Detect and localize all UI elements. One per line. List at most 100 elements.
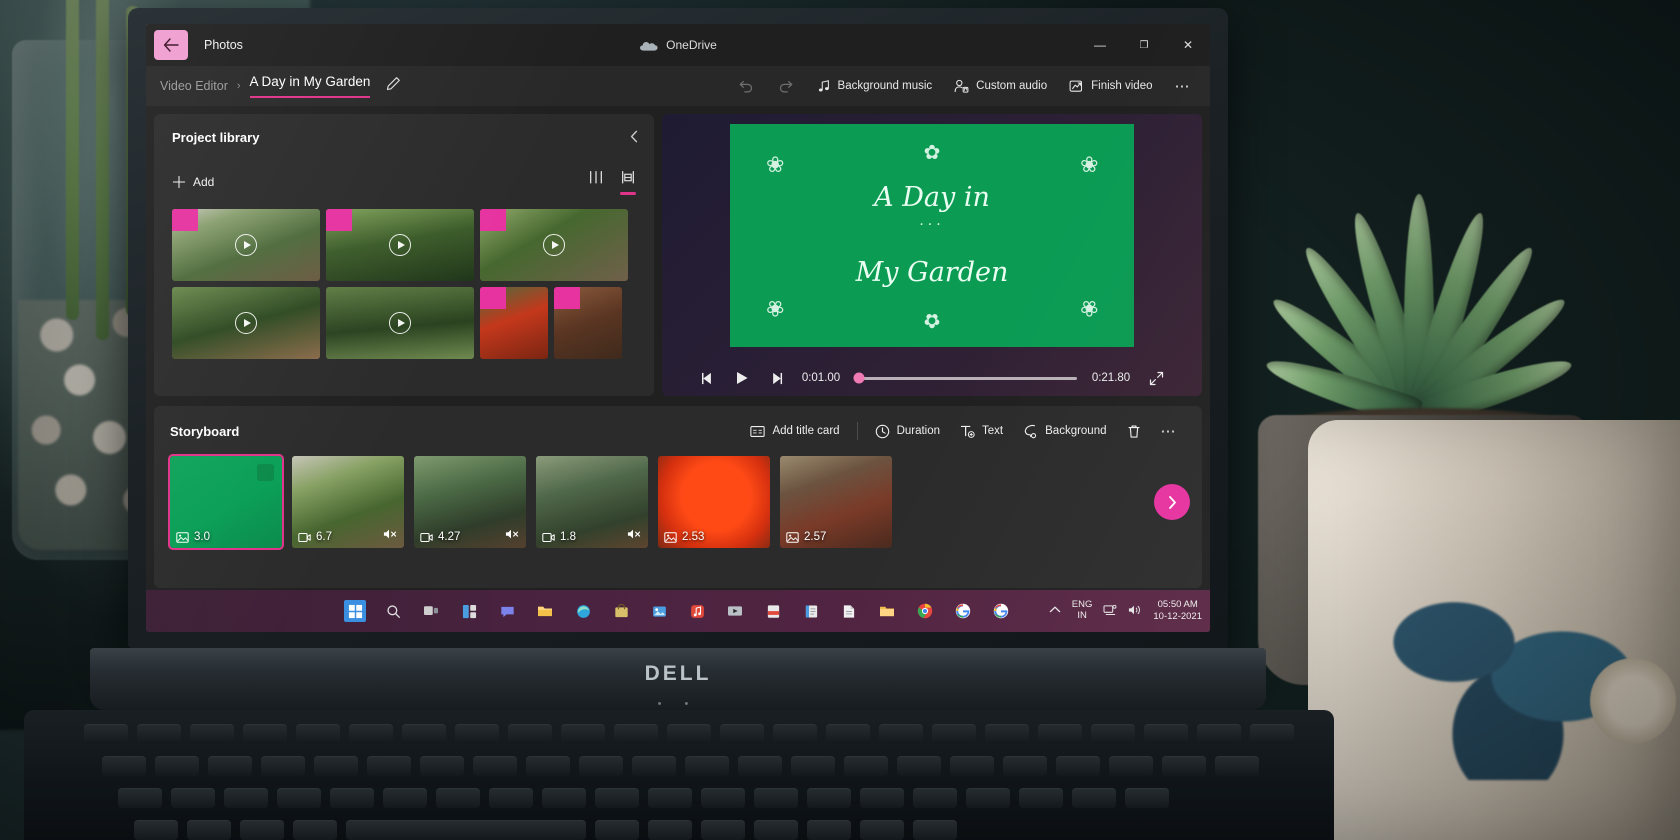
export-icon bbox=[1069, 80, 1083, 92]
file-explorer-button[interactable] bbox=[534, 600, 556, 622]
breadcrumb-current: A Day in My Garden bbox=[249, 74, 371, 98]
next-frame-button[interactable] bbox=[765, 372, 787, 385]
storyboard-next-button[interactable] bbox=[1154, 484, 1190, 520]
redo-button[interactable] bbox=[768, 71, 804, 101]
library-thumbnail[interactable] bbox=[172, 287, 320, 359]
breadcrumb-parent[interactable]: Video Editor bbox=[160, 79, 228, 93]
seek-handle[interactable] bbox=[853, 372, 865, 384]
text-button[interactable]: Text bbox=[951, 419, 1012, 444]
library-thumbnail[interactable] bbox=[480, 209, 628, 281]
video-preview-panel: ❀ ❀ ❀ ❀ ✿ ✿ A Day in ··· My Garden 0:01.… bbox=[662, 114, 1202, 396]
seek-bar[interactable] bbox=[853, 372, 1077, 384]
photos-button[interactable] bbox=[648, 600, 670, 622]
laptop-screen: Photos OneDrive — ❐ ✕ Video Editor › A D… bbox=[146, 24, 1210, 632]
minimize-button[interactable]: — bbox=[1078, 24, 1122, 66]
onedrive-status[interactable]: OneDrive bbox=[639, 38, 717, 52]
grid-view-toggle[interactable] bbox=[620, 170, 636, 195]
language-indicator[interactable]: ENG IN bbox=[1072, 599, 1093, 622]
library-thumbnail[interactable] bbox=[172, 209, 320, 281]
total-time-label: 0:21.80 bbox=[1091, 372, 1131, 385]
storyboard-clip[interactable]: 4.27 bbox=[414, 456, 526, 548]
taskbar-clock[interactable]: 05:50 AM 10-12-2021 bbox=[1153, 599, 1202, 623]
task-view-button[interactable] bbox=[420, 600, 442, 622]
pencil-icon[interactable] bbox=[386, 76, 401, 96]
add-title-card-button[interactable]: Add title card bbox=[741, 420, 848, 443]
undo-button[interactable] bbox=[728, 71, 764, 101]
play-button[interactable] bbox=[731, 371, 753, 385]
key bbox=[1109, 756, 1153, 776]
tray-expand-button[interactable] bbox=[1049, 605, 1061, 617]
storyboard-tools: Add title card Duration Text Background … bbox=[741, 418, 1186, 444]
clip-duration: 2.53 bbox=[682, 531, 705, 543]
video-preview-canvas[interactable]: ❀ ❀ ❀ ❀ ✿ ✿ A Day in ··· My Garden bbox=[730, 124, 1134, 347]
more-options-button[interactable]: ⋯ bbox=[1166, 73, 1201, 99]
custom-audio-button[interactable]: Custom audio bbox=[945, 74, 1056, 98]
music-button[interactable] bbox=[686, 600, 708, 622]
add-media-button[interactable]: Add bbox=[172, 175, 214, 189]
delete-clip-button[interactable] bbox=[1118, 419, 1150, 444]
storyboard-clip[interactable]: 3.0 bbox=[168, 454, 284, 550]
duration-button[interactable]: Duration bbox=[866, 419, 949, 444]
chevron-left-icon bbox=[630, 130, 638, 143]
clip-duration-badge: 6.7 bbox=[298, 531, 332, 543]
storyboard-clip[interactable]: 2.53 bbox=[658, 456, 770, 548]
key bbox=[879, 724, 923, 744]
storyboard-clip[interactable]: 6.7 bbox=[292, 456, 404, 548]
store-button[interactable] bbox=[610, 600, 632, 622]
play-icon[interactable] bbox=[235, 234, 257, 256]
notes-button[interactable] bbox=[800, 600, 822, 622]
breadcrumb-separator: › bbox=[236, 80, 241, 92]
teams-button[interactable] bbox=[496, 600, 518, 622]
collapse-library-button[interactable] bbox=[629, 130, 640, 146]
google-button-2[interactable] bbox=[990, 600, 1012, 622]
storyboard-clip[interactable]: 1.8 bbox=[536, 456, 648, 548]
network-button[interactable] bbox=[1103, 604, 1117, 619]
project-library-panel: Project library Add bbox=[154, 114, 654, 396]
background-music-label: Background music bbox=[837, 80, 933, 92]
movies-button[interactable] bbox=[724, 600, 746, 622]
maximize-button[interactable]: ❐ bbox=[1122, 24, 1166, 66]
cloud-icon bbox=[640, 41, 658, 51]
library-thumbnail[interactable] bbox=[326, 287, 474, 359]
volume-button[interactable] bbox=[1128, 604, 1142, 619]
key bbox=[455, 724, 499, 744]
start-button[interactable] bbox=[344, 600, 366, 622]
video-icon bbox=[542, 532, 555, 542]
chrome-button[interactable] bbox=[914, 600, 936, 622]
play-icon[interactable] bbox=[389, 312, 411, 334]
storyboard-more-button[interactable]: ⋯ bbox=[1152, 418, 1187, 444]
list-view-toggle[interactable] bbox=[588, 170, 604, 195]
play-icon[interactable] bbox=[543, 234, 565, 256]
key bbox=[349, 724, 393, 744]
storyboard-clip[interactable]: 2.57 bbox=[780, 456, 892, 548]
volume-icon bbox=[1129, 605, 1141, 614]
key bbox=[754, 788, 798, 808]
library-thumbnail[interactable] bbox=[554, 287, 622, 359]
key bbox=[826, 724, 870, 744]
edge-button[interactable] bbox=[572, 600, 594, 622]
play-icon[interactable] bbox=[235, 312, 257, 334]
folder-button[interactable] bbox=[876, 600, 898, 622]
close-button[interactable]: ✕ bbox=[1166, 24, 1210, 66]
back-button[interactable] bbox=[154, 30, 188, 60]
pdf-button[interactable] bbox=[762, 600, 784, 622]
movies-icon bbox=[728, 606, 742, 616]
laptop: Photos OneDrive — ❐ ✕ Video Editor › A D… bbox=[24, 8, 1334, 840]
key bbox=[402, 724, 446, 744]
document-button[interactable] bbox=[838, 600, 860, 622]
fullscreen-icon bbox=[1149, 371, 1163, 386]
google-button-1[interactable] bbox=[952, 600, 974, 622]
widgets-button[interactable] bbox=[458, 600, 480, 622]
fullscreen-button[interactable] bbox=[1145, 371, 1167, 386]
image-icon bbox=[786, 531, 799, 543]
background-music-button[interactable]: Background music bbox=[808, 74, 942, 98]
finish-video-button[interactable]: Finish video bbox=[1060, 74, 1161, 98]
play-icon[interactable] bbox=[389, 234, 411, 256]
folder-icon bbox=[538, 606, 552, 617]
library-thumbnail[interactable] bbox=[326, 209, 474, 281]
search-button[interactable] bbox=[382, 600, 404, 622]
previous-frame-button[interactable] bbox=[697, 372, 719, 385]
background-button[interactable]: Background bbox=[1014, 419, 1115, 444]
music-icon bbox=[690, 604, 704, 618]
library-thumbnail[interactable] bbox=[480, 287, 548, 359]
